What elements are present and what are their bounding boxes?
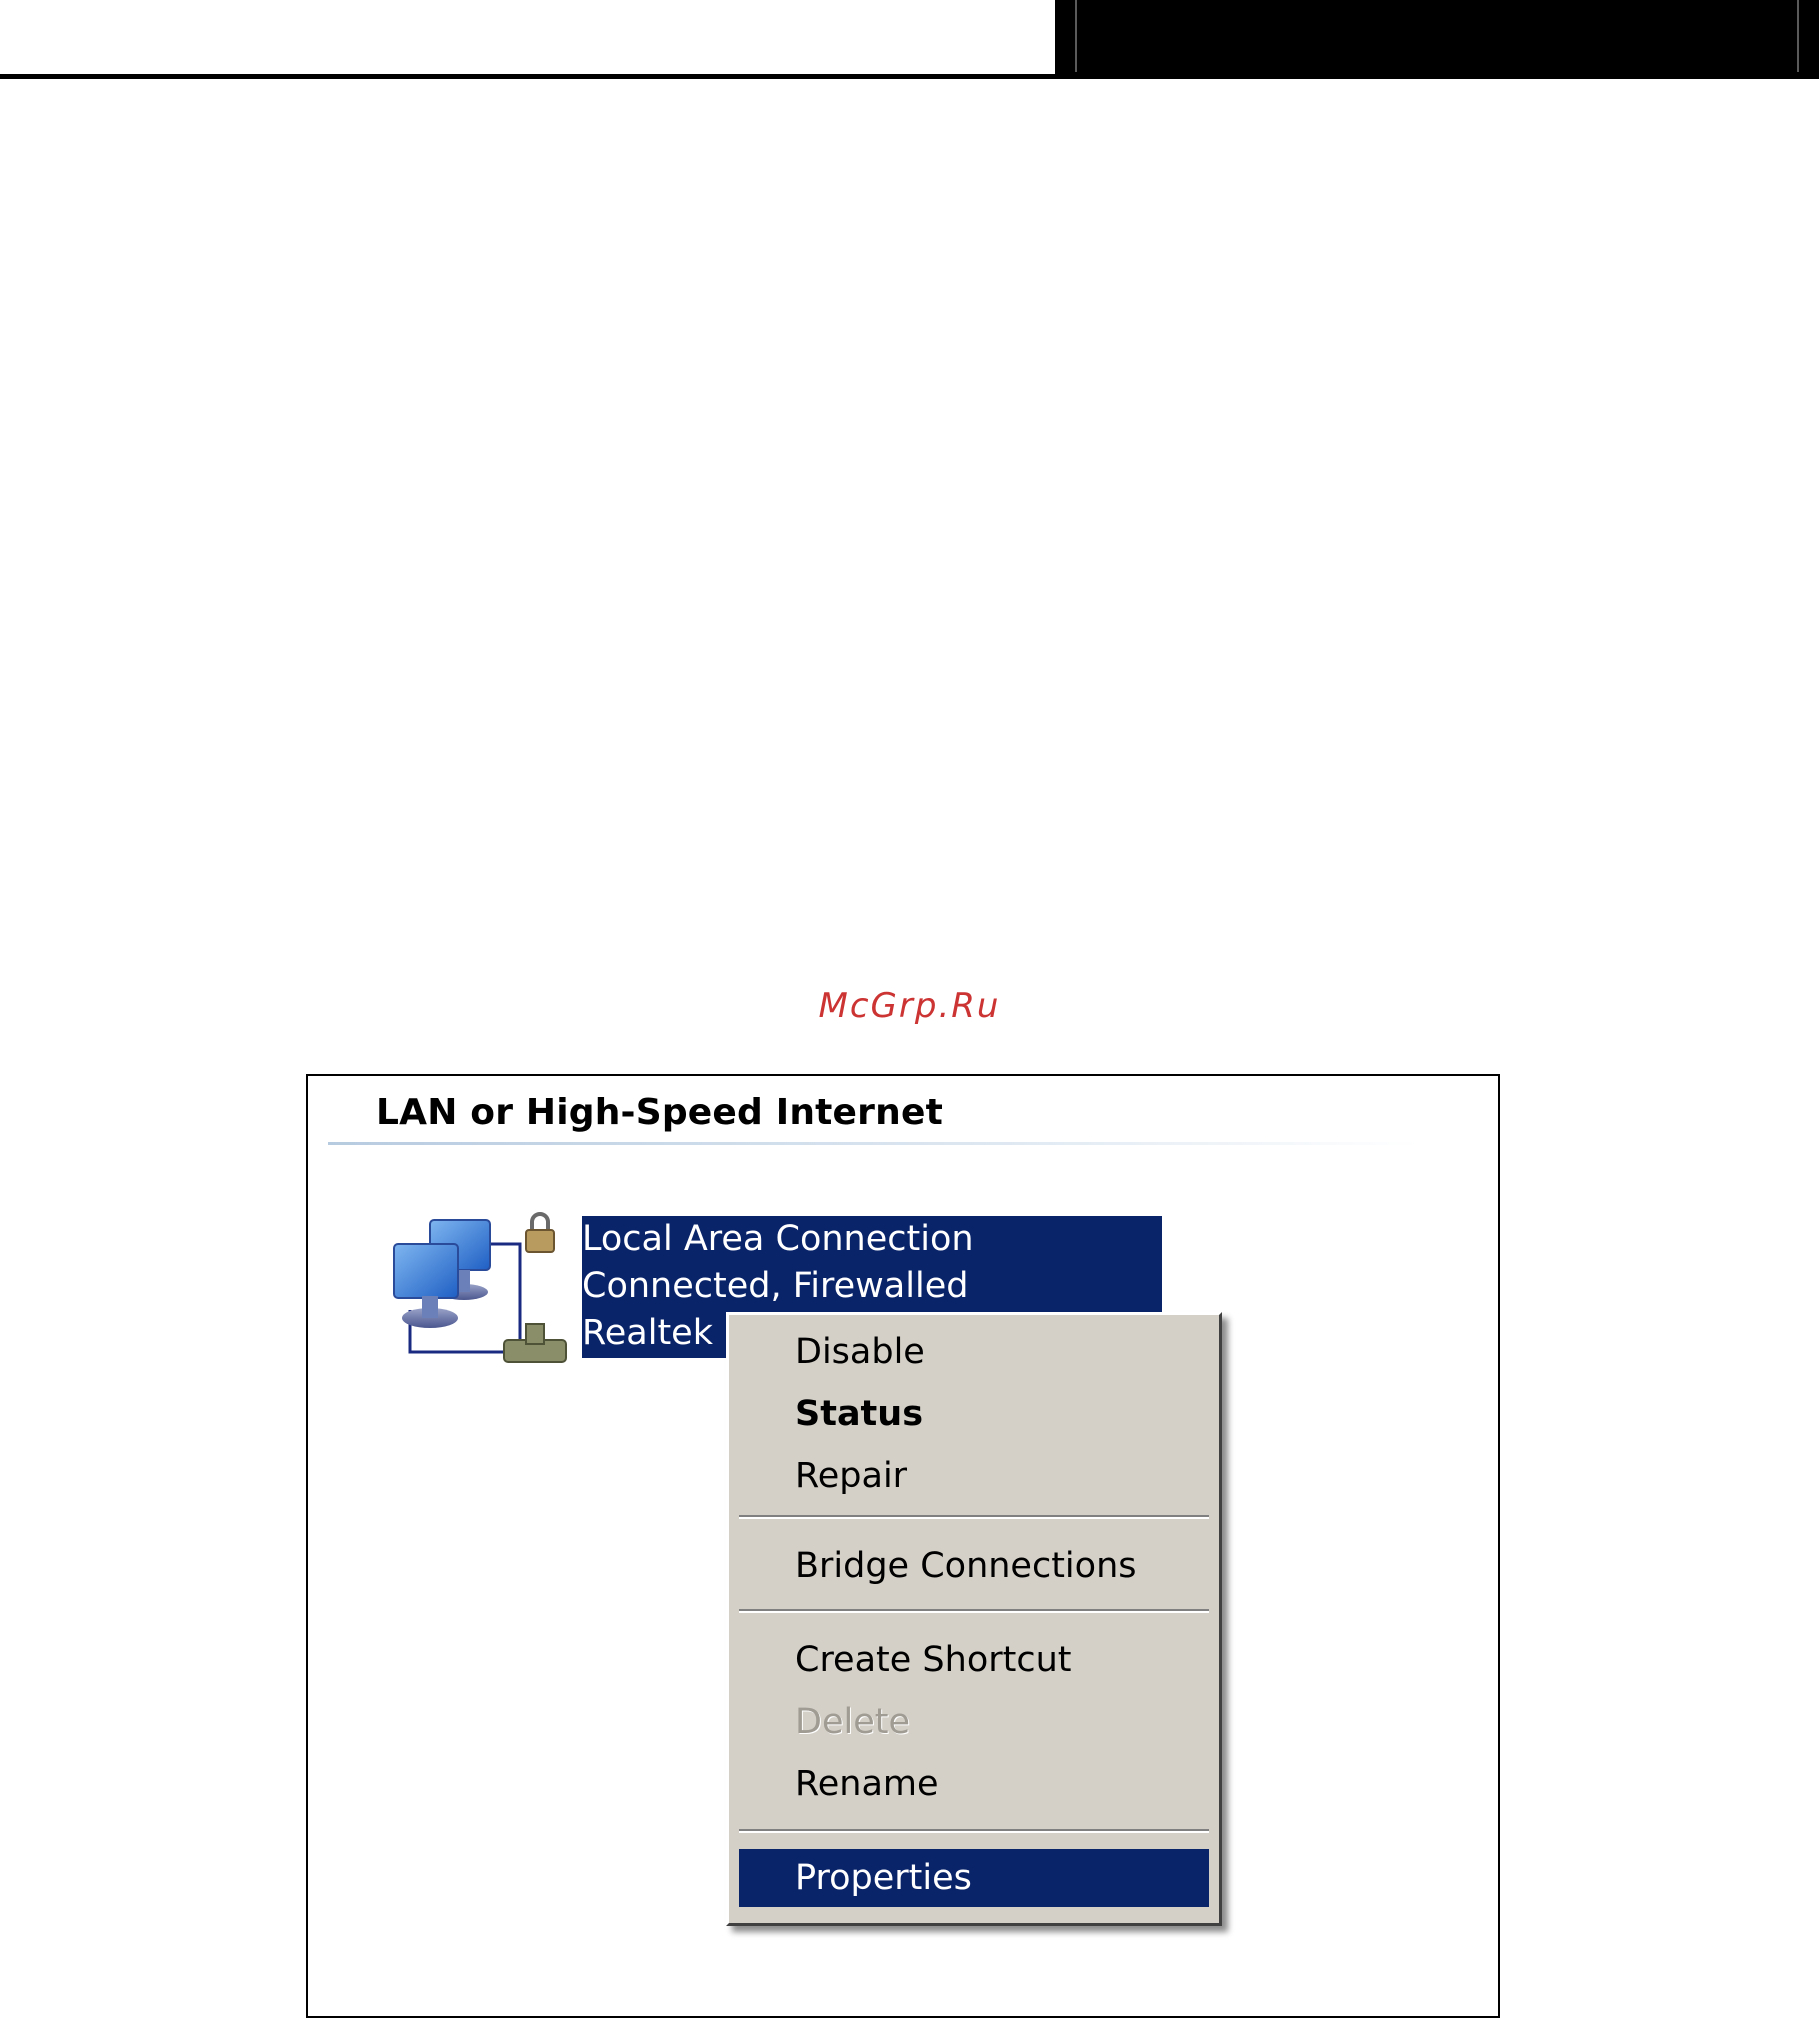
menu-item-delete[interactable]: Delete	[739, 1693, 1209, 1751]
menu-item-bridge-connections[interactable]: Bridge Connections	[739, 1537, 1209, 1595]
connection-device: Realtek	[582, 1313, 713, 1353]
menu-item-create-shortcut[interactable]: Create Shortcut	[739, 1631, 1209, 1689]
connection-name: Local Area Connection	[582, 1219, 974, 1259]
menu-separator	[739, 1829, 1209, 1833]
watermark: McGrp.Ru	[818, 986, 1001, 1026]
menu-separator	[739, 1515, 1209, 1519]
menu-item-rename[interactable]: Rename	[739, 1755, 1209, 1813]
menu-separator	[739, 1609, 1209, 1613]
header-bar-line-right	[1797, 0, 1799, 72]
header-black-bar	[1055, 0, 1819, 78]
group-underline	[328, 1142, 1418, 1145]
screenshot-frame: LAN or High-Speed Internet Local Area Co…	[306, 1074, 1500, 2018]
header-bar-line-left	[1075, 0, 1077, 72]
connection-status: Connected, Firewalled	[582, 1266, 969, 1306]
menu-item-disable[interactable]: Disable	[739, 1323, 1209, 1381]
menu-item-repair[interactable]: Repair	[739, 1447, 1209, 1505]
menu-item-status[interactable]: Status	[739, 1385, 1209, 1443]
group-title: LAN or High-Speed Internet	[376, 1092, 943, 1133]
network-connection-icon[interactable]	[386, 1200, 578, 1392]
header-rule	[0, 74, 1819, 79]
context-menu: Disable Status Repair Bridge Connections…	[726, 1312, 1222, 1926]
menu-item-properties[interactable]: Properties	[739, 1849, 1209, 1907]
